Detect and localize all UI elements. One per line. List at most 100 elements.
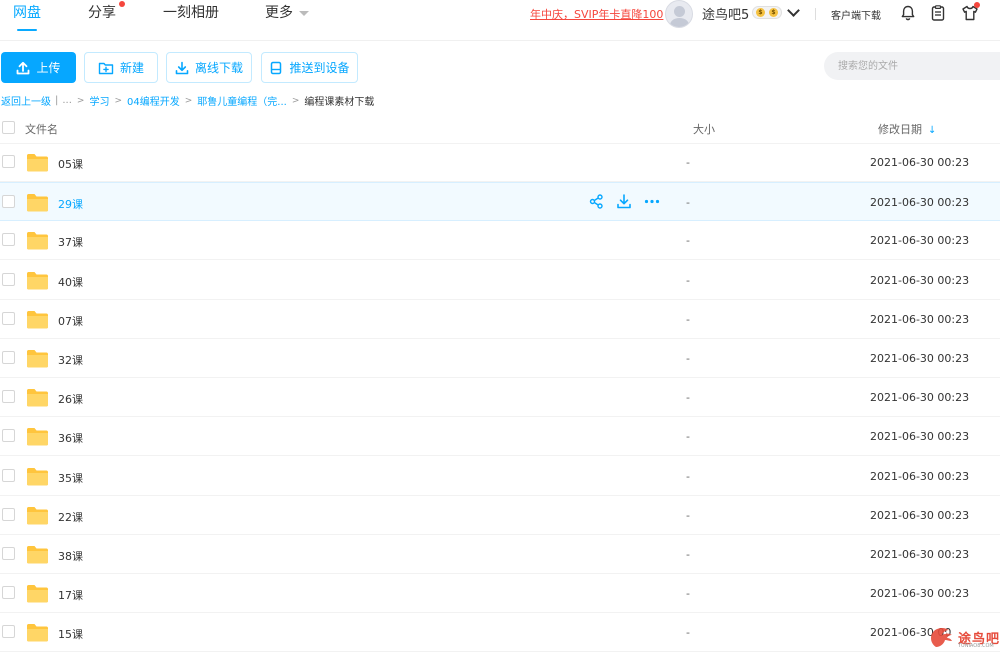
file-size: - bbox=[686, 508, 690, 522]
new-folder-icon bbox=[98, 62, 114, 74]
folder-icon bbox=[27, 271, 48, 290]
table-row[interactable]: 36课 - 2021-06-30 00:23 bbox=[0, 417, 1000, 457]
folder-icon bbox=[27, 506, 48, 525]
row-checkbox[interactable] bbox=[2, 468, 15, 482]
breadcrumb: 返回上一级 | ... > 学习 > 04编程开发 > 耶鲁儿童编程（完... … bbox=[1, 93, 374, 108]
offline-download-button[interactable]: 离线下载 bbox=[166, 52, 252, 83]
tab-more-label: 更多 bbox=[265, 5, 293, 21]
file-name[interactable]: 15课 bbox=[58, 626, 83, 642]
column-date-header[interactable]: 修改日期 ↓ bbox=[878, 121, 936, 137]
file-name[interactable]: 17课 bbox=[58, 587, 83, 603]
file-name[interactable]: 36课 bbox=[58, 430, 83, 446]
breadcrumb-separator: | bbox=[55, 95, 59, 106]
file-date: 2021-06-30 00:23 bbox=[870, 430, 970, 444]
row-checkbox[interactable] bbox=[2, 351, 15, 364]
file-name[interactable]: 40课 bbox=[58, 274, 83, 290]
table-row[interactable]: 05课 - 2021-06-30 00:23 bbox=[0, 143, 1000, 182]
file-date: 2021-06-30 00:23 bbox=[870, 508, 970, 522]
file-name[interactable]: 05课 bbox=[58, 156, 83, 172]
tab-more[interactable]: 更多 bbox=[265, 3, 309, 23]
table-row[interactable]: 07课 - 2021-06-30 00:23 bbox=[0, 300, 1000, 339]
row-checkbox[interactable] bbox=[2, 586, 15, 600]
file-name[interactable]: 37课 bbox=[58, 234, 83, 250]
bell-icon[interactable] bbox=[899, 4, 917, 22]
file-name[interactable]: 22课 bbox=[58, 509, 83, 525]
file-size: - bbox=[686, 391, 690, 405]
watermark-logo: 途鸟吧 TUNIAO8.COM bbox=[928, 624, 1000, 652]
file-date: 2021-06-30 00:23 bbox=[870, 234, 970, 248]
upload-icon bbox=[17, 61, 30, 74]
table-row[interactable]: 40课 - 2021-06-30 00:23 bbox=[0, 261, 1000, 300]
clipboard-icon[interactable] bbox=[929, 4, 947, 22]
column-name-header[interactable]: 文件名 bbox=[25, 121, 58, 137]
file-date: 2021-06-30 00:23 bbox=[870, 196, 970, 210]
file-name[interactable]: 07课 bbox=[58, 313, 83, 329]
more-icon[interactable] bbox=[644, 194, 660, 209]
folder-icon bbox=[27, 585, 48, 603]
new-label: 新建 bbox=[119, 61, 144, 75]
row-checkbox[interactable] bbox=[2, 195, 15, 209]
tab-album[interactable]: 一刻相册 bbox=[163, 3, 219, 23]
table-row[interactable]: 32课 - 2021-06-30 00:23 bbox=[0, 339, 1000, 378]
offline-download-label: 离线下载 bbox=[194, 61, 243, 75]
username[interactable]: 途鸟吧5 bbox=[702, 4, 749, 23]
breadcrumb-item[interactable]: 耶鲁儿童编程（完... bbox=[197, 93, 287, 108]
row-checkbox[interactable] bbox=[2, 272, 15, 286]
share-icon[interactable] bbox=[589, 194, 604, 209]
breadcrumb-current: 编程课素材下载 bbox=[304, 97, 375, 108]
table-row[interactable]: 29课 - 2021-06-30 00:23 bbox=[0, 182, 1000, 222]
tab-share[interactable]: 分享 bbox=[88, 3, 116, 23]
coin-icon: $ bbox=[756, 8, 765, 17]
file-size: - bbox=[686, 234, 690, 248]
file-size: - bbox=[686, 548, 690, 561]
row-checkbox[interactable] bbox=[2, 233, 15, 247]
tab-netdisk[interactable]: 网盘 bbox=[13, 3, 41, 23]
row-checkbox[interactable] bbox=[2, 311, 15, 325]
breadcrumb-item[interactable]: 04编程开发 bbox=[127, 93, 180, 108]
upload-button[interactable]: 上传 bbox=[1, 52, 76, 83]
row-checkbox[interactable] bbox=[2, 625, 15, 639]
bird-logo-icon bbox=[931, 628, 952, 647]
file-name[interactable]: 32课 bbox=[58, 352, 83, 368]
avatar[interactable] bbox=[665, 0, 693, 28]
folder-icon bbox=[27, 624, 48, 642]
file-name[interactable]: 26课 bbox=[58, 391, 83, 407]
search-input[interactable] bbox=[824, 52, 1000, 80]
file-name[interactable]: 29课 bbox=[58, 196, 83, 212]
table-row[interactable]: 17课 - 2021-06-30 00:23 bbox=[0, 574, 1000, 614]
file-size: - bbox=[686, 156, 690, 169]
select-all-checkbox[interactable] bbox=[2, 121, 15, 134]
download-icon[interactable] bbox=[616, 194, 632, 209]
table-header: 文件名 大小 修改日期 ↓ bbox=[0, 110, 1000, 144]
file-name[interactable]: 38课 bbox=[58, 548, 83, 564]
file-name[interactable]: 35课 bbox=[58, 470, 83, 486]
table-row[interactable]: 37课 - 2021-06-30 00:23 bbox=[0, 221, 1000, 261]
sort-down-arrow-icon[interactable]: ↓ bbox=[928, 125, 936, 136]
row-checkbox[interactable] bbox=[2, 390, 15, 404]
client-download-link[interactable]: 客户端下载 bbox=[831, 7, 881, 22]
row-checkbox[interactable] bbox=[2, 155, 15, 168]
table-row[interactable]: 15课 -2021-06-30 00 bbox=[0, 613, 1000, 652]
breadcrumb-back[interactable]: 返回上一级 bbox=[1, 93, 51, 108]
table-row[interactable]: 22课 - 2021-06-30 00:23 bbox=[0, 496, 1000, 535]
table-row[interactable]: 38课 - 2021-06-30 00:23 bbox=[0, 535, 1000, 574]
caret-down-icon bbox=[299, 10, 309, 16]
vip-badge[interactable]: $ $ bbox=[752, 6, 782, 19]
notification-dot bbox=[974, 2, 980, 8]
new-folder-button[interactable]: 新建 bbox=[84, 52, 158, 83]
column-size-header[interactable]: 大小 bbox=[693, 121, 715, 137]
breadcrumb-item[interactable]: 学习 bbox=[89, 93, 109, 108]
table-row[interactable]: 35课 - 2021-06-30 00:23 bbox=[0, 457, 1000, 496]
push-to-device-button[interactable]: 推送到设备 bbox=[261, 52, 358, 83]
chevron-down-icon[interactable] bbox=[787, 4, 800, 17]
promo-link[interactable]: 年中庆，SVIP年卡直降100 bbox=[530, 6, 663, 22]
folder-icon bbox=[27, 428, 48, 446]
breadcrumb-ellipsis[interactable]: ... bbox=[62, 95, 72, 106]
row-checkbox[interactable] bbox=[2, 547, 15, 560]
folder-icon bbox=[27, 154, 48, 172]
table-row[interactable]: 26课 - 2021-06-30 00:23 bbox=[0, 378, 1000, 418]
breadcrumb-arrow-icon: > bbox=[291, 95, 300, 106]
download-icon bbox=[175, 61, 189, 74]
row-checkbox[interactable] bbox=[2, 507, 15, 521]
row-checkbox[interactable] bbox=[2, 429, 15, 443]
